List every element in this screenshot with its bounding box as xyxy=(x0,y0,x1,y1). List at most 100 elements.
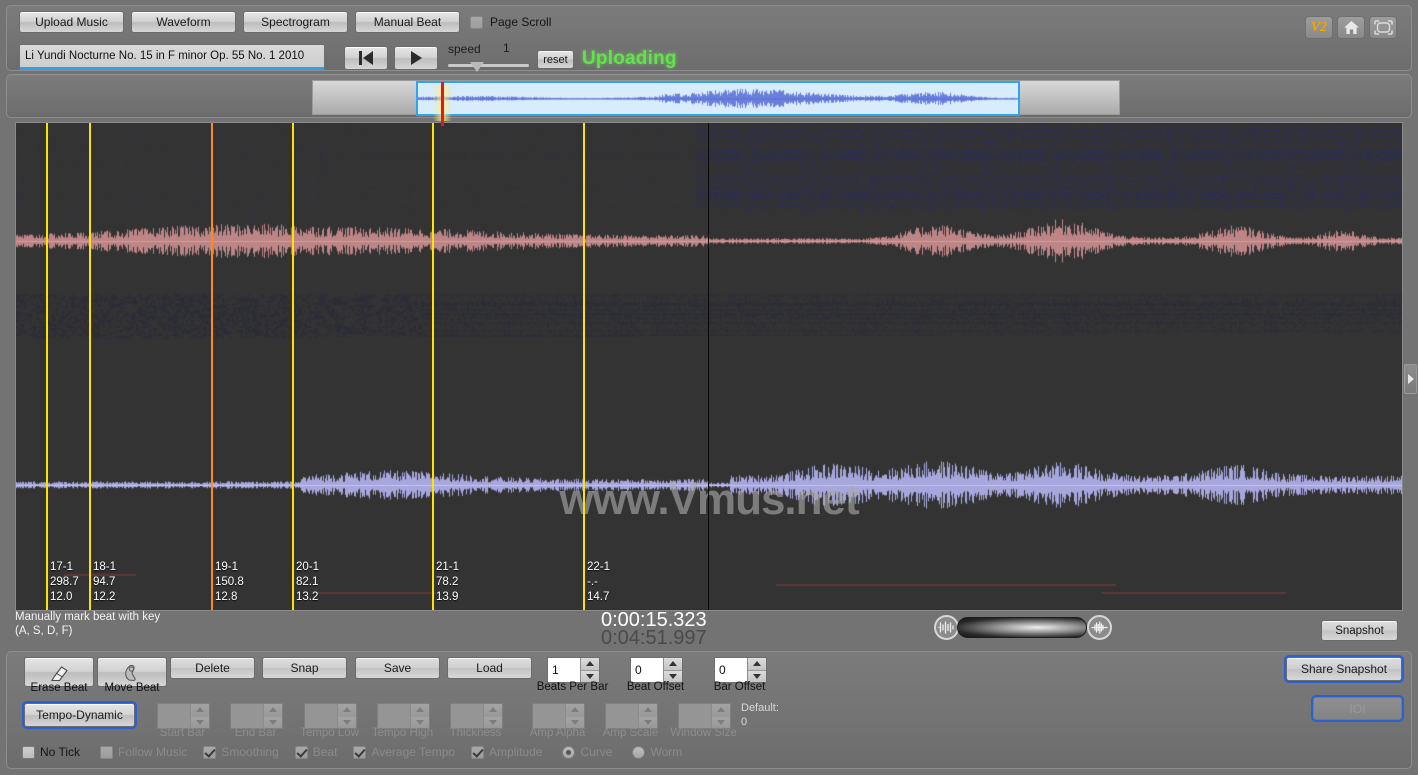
spinner-up-button[interactable] xyxy=(566,704,584,717)
tempo-high-spinner-arrows[interactable] xyxy=(410,704,429,728)
snap-button[interactable]: Snap xyxy=(262,657,347,679)
start-bar-spinner-value[interactable] xyxy=(158,704,190,728)
speed-slider-track[interactable] xyxy=(448,64,529,67)
spinner-up-button[interactable] xyxy=(639,704,657,717)
amp-alpha-spinner-arrows[interactable] xyxy=(565,704,584,728)
rewind-to-start-button[interactable] xyxy=(344,46,388,70)
tempo-low-spinner[interactable] xyxy=(304,703,357,729)
follow-music-checkbox-group[interactable]: Follow Music xyxy=(100,745,187,759)
spectrogram-button[interactable]: Spectrogram xyxy=(243,11,348,33)
spinner-up-button[interactable] xyxy=(581,658,599,671)
manual-beat-button[interactable]: Manual Beat xyxy=(355,11,460,33)
tempo-low-spinner-value[interactable] xyxy=(305,704,337,728)
home-button[interactable] xyxy=(1337,16,1365,39)
song-title-field[interactable]: Li Yundi Nocturne No. 15 in F minor Op. … xyxy=(19,44,325,70)
zoom-level-slider[interactable] xyxy=(957,617,1087,638)
spinner-up-button[interactable] xyxy=(664,658,682,671)
load-button[interactable]: Load xyxy=(447,657,532,679)
spinner-up-button[interactable] xyxy=(338,704,356,717)
upload-music-button[interactable]: Upload Music xyxy=(19,11,124,33)
reset-speed-button[interactable]: reset xyxy=(537,50,574,69)
beat-line[interactable] xyxy=(211,123,213,611)
delete-button[interactable]: Delete xyxy=(170,657,255,679)
worm-radio-group[interactable]: Worm xyxy=(632,745,682,759)
beat-checkbox-group[interactable]: Beat xyxy=(295,745,338,759)
amp-alpha-spinner-value[interactable] xyxy=(533,704,565,728)
beat-checkbox[interactable] xyxy=(295,746,308,759)
smoothing-checkbox[interactable] xyxy=(203,746,216,759)
window-size-spinner-value[interactable] xyxy=(679,704,711,728)
zoom-out-waveform-button[interactable] xyxy=(934,615,959,640)
beat-offset-spinner-value[interactable]: 0 xyxy=(631,658,663,682)
end-bar-spinner-value[interactable] xyxy=(231,704,263,728)
spinner-up-button[interactable] xyxy=(712,704,730,717)
share-snapshot-button[interactable]: Share Snapshot xyxy=(1286,657,1402,681)
options-checkbox-row: No Tick Follow Music Smoothing Beat Average … xyxy=(22,745,682,759)
waveform-button[interactable]: Waveform xyxy=(131,11,236,33)
thickness-spinner[interactable] xyxy=(450,703,503,729)
beats-per-bar-spinner[interactable]: 1 xyxy=(547,657,600,683)
no-tick-checkbox-group[interactable]: No Tick xyxy=(22,745,80,759)
overview-selection-region[interactable] xyxy=(416,81,1020,116)
zoom-in-waveform-button[interactable] xyxy=(1087,615,1112,640)
spinner-up-button[interactable] xyxy=(264,704,282,717)
speed-slider-thumb[interactable] xyxy=(470,62,484,72)
end-bar-spinner-arrows[interactable] xyxy=(263,704,282,728)
play-button[interactable] xyxy=(394,46,438,70)
bar-offset-spinner-arrows[interactable] xyxy=(747,658,766,682)
page-scroll-group[interactable]: Page Scroll xyxy=(470,15,551,29)
overview-track[interactable] xyxy=(312,80,1120,115)
amplitude-checkbox[interactable] xyxy=(471,746,484,759)
window-size-spinner[interactable] xyxy=(678,703,731,729)
save-button[interactable]: Save xyxy=(355,657,440,679)
playback-cursor-line[interactable] xyxy=(708,123,709,611)
bar-offset-spinner-value[interactable]: 0 xyxy=(715,658,747,682)
average-tempo-checkbox[interactable] xyxy=(353,746,366,759)
spectrogram-view[interactable]: www.Vmus.net 17-1298.712.018-194.712.219… xyxy=(15,122,1403,611)
beats-per-bar-spinner-arrows[interactable] xyxy=(580,658,599,682)
tempo-high-spinner[interactable] xyxy=(377,703,430,729)
bar-offset-spinner[interactable]: 0 xyxy=(714,657,767,683)
follow-music-checkbox[interactable] xyxy=(100,746,113,759)
tempo-high-spinner-value[interactable] xyxy=(378,704,410,728)
amp-alpha-spinner[interactable] xyxy=(532,703,585,729)
snapshot-button[interactable]: Snapshot xyxy=(1321,620,1398,641)
beat-marker-time: 13.2 xyxy=(296,590,319,605)
tempo-low-spinner-arrows[interactable] xyxy=(337,704,356,728)
thickness-spinner-arrows[interactable] xyxy=(483,704,502,728)
spinner-up-button[interactable] xyxy=(748,658,766,671)
beat-line[interactable] xyxy=(89,123,91,611)
amp-scale-spinner-value[interactable] xyxy=(606,704,638,728)
amp-scale-spinner[interactable] xyxy=(605,703,658,729)
worm-radio[interactable] xyxy=(632,746,645,759)
curve-radio-group[interactable]: Curve xyxy=(562,745,612,759)
spinner-up-button[interactable] xyxy=(191,704,209,717)
end-bar-spinner[interactable] xyxy=(230,703,283,729)
fullscreen-button[interactable] xyxy=(1369,16,1397,39)
beat-line[interactable] xyxy=(432,123,434,611)
no-tick-checkbox[interactable] xyxy=(22,746,35,759)
beat-line[interactable] xyxy=(46,123,48,611)
start-bar-spinner[interactable] xyxy=(157,703,210,729)
v2-badge-button[interactable]: V2 xyxy=(1305,16,1333,39)
beat-offset-spinner-arrows[interactable] xyxy=(663,658,682,682)
ioi-button[interactable]: IOI xyxy=(1313,697,1402,720)
panel-expand-handle[interactable] xyxy=(1404,364,1417,394)
beat-offset-spinner[interactable]: 0 xyxy=(630,657,683,683)
average-tempo-checkbox-group[interactable]: Average Tempo xyxy=(353,745,455,759)
page-scroll-checkbox[interactable] xyxy=(470,16,483,29)
amp-scale-spinner-arrows[interactable] xyxy=(638,704,657,728)
spinner-up-button[interactable] xyxy=(484,704,502,717)
window-size-spinner-arrows[interactable] xyxy=(711,704,730,728)
overview-playhead[interactable] xyxy=(441,82,444,126)
beat-line[interactable] xyxy=(583,123,585,611)
thickness-spinner-value[interactable] xyxy=(451,704,483,728)
beats-per-bar-spinner-value[interactable]: 1 xyxy=(548,658,580,682)
tempo-dynamic-button[interactable]: Tempo-Dynamic xyxy=(24,703,135,727)
beat-line[interactable] xyxy=(292,123,294,611)
spinner-up-button[interactable] xyxy=(411,704,429,717)
curve-radio[interactable] xyxy=(562,746,575,759)
smoothing-checkbox-group[interactable]: Smoothing xyxy=(203,745,278,759)
amplitude-checkbox-group[interactable]: Amplitude xyxy=(471,745,542,759)
start-bar-spinner-arrows[interactable] xyxy=(190,704,209,728)
